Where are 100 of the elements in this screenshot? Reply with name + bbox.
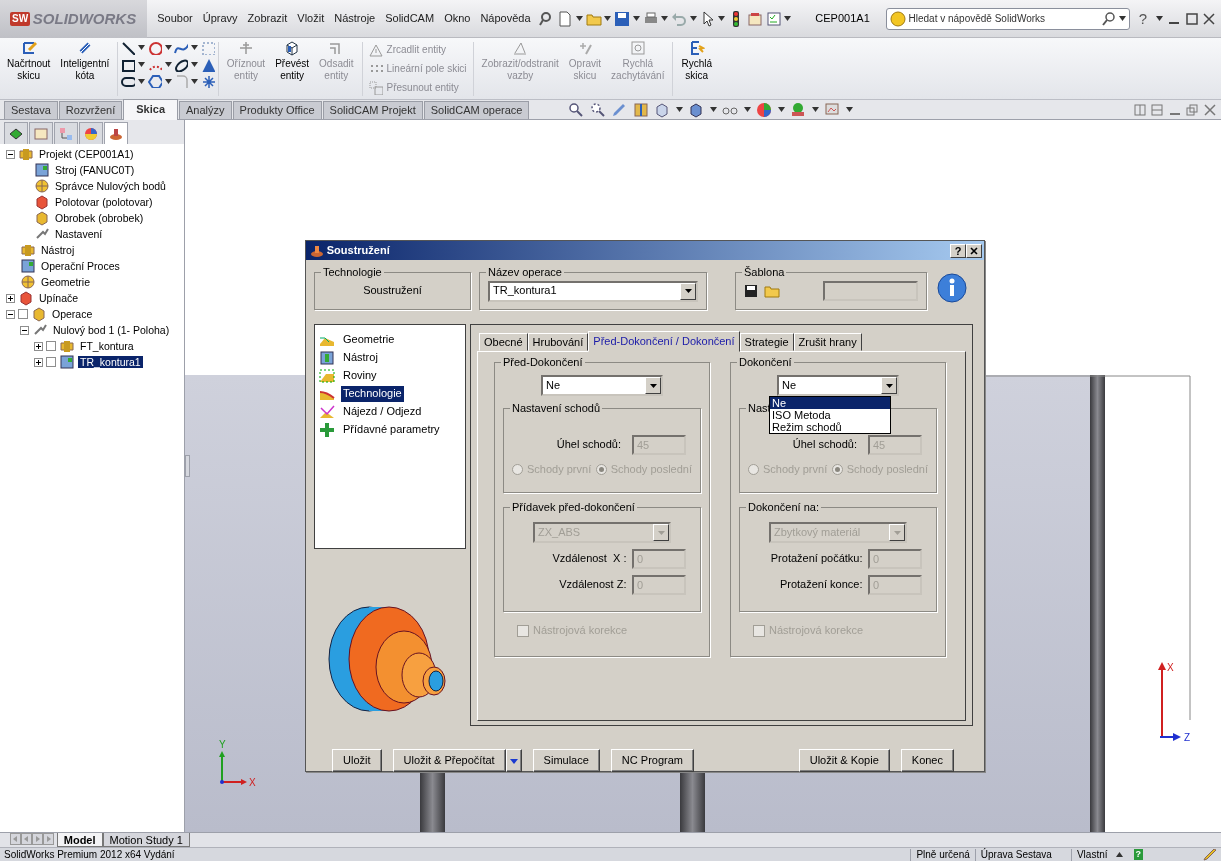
info-icon[interactable]	[935, 272, 969, 306]
command-tab[interactable]: Analýzy	[179, 101, 232, 119]
caret-icon[interactable]	[744, 107, 751, 112]
tree-item[interactable]: TR_kontura1	[78, 355, 143, 369]
tree-item[interactable]: Polotovar (polotovar)	[53, 195, 155, 209]
collapse-toggle[interactable]	[6, 309, 15, 319]
tree-item[interactable]: Upínače	[37, 291, 81, 305]
line-icon[interactable]	[121, 40, 136, 55]
help-button[interactable]: ?	[1135, 9, 1150, 28]
save-icon[interactable]	[614, 10, 631, 27]
select-field[interactable]: Ne	[777, 375, 899, 396]
checklist-icon[interactable]	[765, 10, 782, 27]
caret-icon[interactable]	[604, 16, 612, 21]
point-icon[interactable]	[200, 74, 215, 89]
tree-item[interactable]: Geometrie	[39, 275, 93, 289]
search-field[interactable]: Hledat v nápovědě SolidWorks	[885, 7, 1131, 30]
tree-item[interactable]: Správce Nulových bodů	[53, 179, 168, 193]
search-icon[interactable]	[1102, 11, 1117, 26]
caret-icon[interactable]	[1155, 16, 1163, 21]
close-icon[interactable]	[1203, 103, 1216, 116]
expand-toggle[interactable]	[6, 293, 15, 303]
dropdown-option[interactable]: Režim schodů	[770, 421, 890, 433]
color-ball-icon[interactable]	[756, 101, 773, 118]
scene-icon[interactable]	[790, 101, 807, 118]
tree-item[interactable]: Projekt (CEP001A1)	[37, 147, 136, 161]
caret-icon[interactable]	[575, 16, 583, 21]
caret-icon[interactable]	[632, 16, 640, 21]
operation-name-combo[interactable]: TR_kontura1	[488, 280, 698, 302]
menu-item[interactable]: Úpravy	[197, 11, 243, 26]
dialog-tab[interactable]: Strategie	[739, 333, 794, 351]
command-tab[interactable]: SolidCAM operace	[423, 101, 530, 119]
caret-icon[interactable]	[846, 107, 853, 112]
options-icon[interactable]	[746, 10, 763, 27]
zoom-area-icon[interactable]	[590, 101, 606, 118]
tree-item[interactable]: Operace	[50, 307, 95, 321]
menu-item[interactable]: Vložit	[292, 11, 330, 26]
caret-icon[interactable]	[689, 16, 697, 21]
split-button[interactable]: Uložit & Přepočítat	[392, 749, 506, 772]
tree-item[interactable]: Operační Proces	[39, 259, 122, 273]
command-tab[interactable]: Produkty Office	[232, 101, 322, 119]
tree-item[interactable]: FT_kontura	[78, 339, 136, 353]
tile-vertical-icon[interactable]	[1133, 103, 1146, 116]
dialog-tab[interactable]: Zrušit hrany	[793, 333, 862, 351]
caret-icon[interactable]	[710, 107, 717, 112]
close-icon[interactable]	[1203, 12, 1215, 25]
help-badge[interactable]: ?	[1133, 849, 1143, 860]
template-field[interactable]	[823, 281, 918, 301]
navigation-item[interactable]: Nájezd / Odjezd	[341, 404, 424, 420]
caret-icon[interactable]	[138, 78, 146, 84]
bottom-tab[interactable]: Motion Study 1	[102, 833, 190, 847]
navigation-item[interactable]: Technologie	[341, 386, 404, 402]
dialog-button[interactable]: Simulace	[532, 749, 600, 772]
tree-item[interactable]: Nastavení	[53, 227, 105, 241]
menu-item[interactable]: Soubor	[152, 11, 198, 26]
checkbox[interactable]	[18, 309, 28, 319]
navigation-item[interactable]: Přídavné parametry	[341, 422, 442, 438]
tree-item[interactable]: Nástroj	[39, 243, 77, 257]
caret-icon[interactable]	[164, 62, 172, 67]
command-tab[interactable]: Rozvržení	[58, 101, 123, 119]
caret-icon[interactable]	[778, 107, 785, 112]
tree-item[interactable]: Obrobek (obrobek)	[53, 211, 146, 225]
dialog-tab[interactable]: Obecné	[479, 333, 528, 351]
caret-icon[interactable]	[676, 107, 683, 112]
caret-icon[interactable]	[164, 45, 172, 51]
dialog-tab[interactable]: Hrubování	[527, 333, 589, 351]
status-item[interactable]: Vlastní	[1070, 848, 1116, 861]
slot-icon[interactable]	[121, 74, 136, 89]
command-tab[interactable]: Sestava	[4, 101, 58, 119]
checkbox[interactable]	[46, 357, 56, 367]
collapse-toggle[interactable]	[20, 325, 29, 335]
menu-item[interactable]: SolidCAM	[380, 11, 440, 26]
command-tab[interactable]: SolidCAM Projekt	[322, 101, 423, 119]
dialog-tab[interactable]: Před-Dokončení / Dokončení	[588, 331, 740, 352]
splitter-handle[interactable]	[185, 455, 190, 477]
caret-icon[interactable]	[191, 45, 199, 51]
menu-item[interactable]: Nápověda	[475, 11, 536, 26]
navigation-item[interactable]: Geometrie	[341, 332, 397, 348]
caret-icon[interactable]	[191, 62, 199, 67]
expand-toggle[interactable]	[34, 357, 43, 367]
close-button[interactable]	[966, 243, 982, 258]
help-button[interactable]: ?	[950, 243, 966, 258]
caret-icon[interactable]	[1119, 16, 1127, 21]
maximize-icon[interactable]	[1185, 12, 1198, 25]
dialog-button[interactable]: Uložit	[332, 749, 382, 772]
panel-tab[interactable]	[79, 122, 103, 144]
caret-icon[interactable]	[191, 78, 199, 84]
section-icon[interactable]	[633, 101, 649, 118]
ribbon-button[interactable]: Převést entity	[270, 38, 315, 83]
search-input[interactable]: Hledat v nápovědě SolidWorks	[908, 12, 1100, 25]
ribbon-button[interactable]: Rychlá skica	[676, 38, 718, 83]
navigation-item[interactable]: Roviny	[341, 368, 379, 384]
caret-icon[interactable]	[138, 62, 146, 67]
menu-item[interactable]: Zobrazit	[242, 11, 293, 26]
navigation-item[interactable]: Nástroj	[341, 350, 380, 366]
caret-icon[interactable]	[164, 78, 172, 84]
zoom-fit-icon[interactable]	[568, 101, 585, 118]
caret-icon[interactable]	[718, 16, 726, 21]
command-tab[interactable]: Skica	[123, 99, 179, 120]
tree-item[interactable]: Stroj (FANUC0T)	[53, 163, 137, 177]
display-icon[interactable]	[824, 101, 841, 118]
